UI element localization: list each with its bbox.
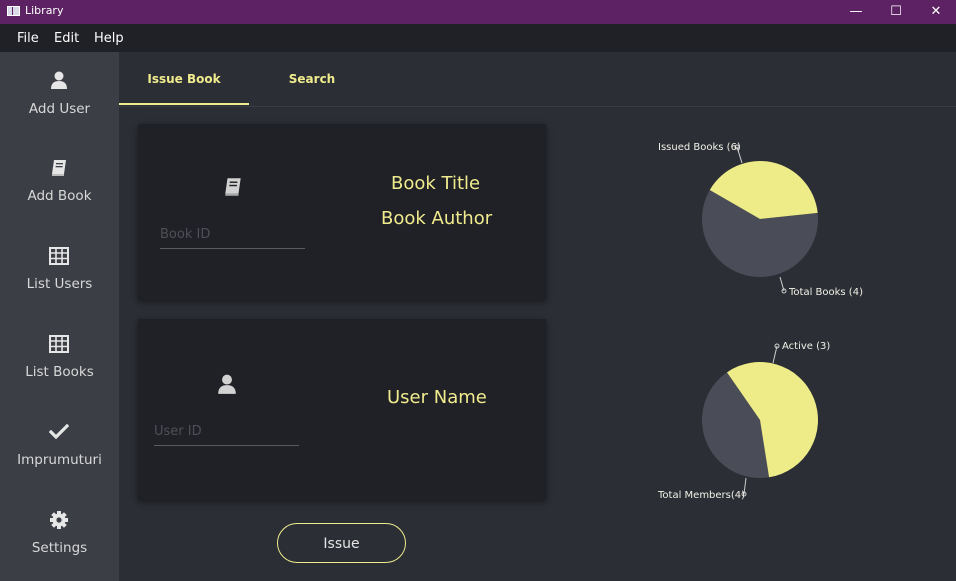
title-bar: Library — ☐ ✕ (0, 0, 956, 24)
gear-icon (50, 511, 68, 529)
members-pie-chart: Active (3) Total Members(4) (657, 341, 830, 501)
pie-slice-label: Total Books (4) (788, 287, 863, 298)
menu-help[interactable]: Help (94, 31, 124, 46)
sidebar-item-add-book[interactable]: Add Book (0, 140, 119, 228)
pie-label-line (772, 345, 778, 364)
pie-slice-label: Active (3) (782, 341, 830, 352)
user-icon (218, 374, 236, 394)
table-icon (49, 247, 69, 265)
check-icon (49, 423, 69, 440)
tab-search[interactable]: Search (247, 52, 377, 106)
sidebar-item-list-books[interactable]: List Books (0, 316, 119, 404)
book-id-input[interactable]: Book ID (160, 227, 305, 249)
book-title: Book Title (391, 173, 481, 194)
sidebar-item-add-user[interactable]: Add User (0, 52, 119, 140)
minimize-button[interactable]: — (838, 0, 874, 24)
sidebar-item-label: Settings (31, 540, 88, 556)
sidebar-item-label: Imprumuturi (17, 452, 102, 468)
sidebar-item-label: Add Book (27, 188, 92, 204)
book-icon (225, 178, 241, 196)
table-icon (49, 335, 69, 353)
sidebar-item-list-users[interactable]: List Users (0, 228, 119, 316)
sidebar-item-settings[interactable]: Settings (0, 492, 119, 580)
sidebar-item-imprumuturi[interactable]: Imprumuturi (0, 404, 119, 492)
books-pie-chart: Issued Books (6) Total Books (4) (658, 142, 863, 298)
user-name: User Name (387, 387, 487, 408)
close-button[interactable]: ✕ (918, 0, 954, 24)
user-id-input[interactable]: User ID (154, 424, 299, 446)
tab-issue-book[interactable]: Issue Book (119, 52, 249, 105)
issue-button[interactable]: Issue (277, 523, 406, 563)
sidebar-item-label: List Books (25, 364, 94, 380)
app-icon (7, 6, 20, 16)
window-title: Library (25, 4, 64, 17)
charts-area: Issued Books (6) Total Books (4) Active (… (657, 142, 863, 501)
menu-bar: File Edit Help (0, 24, 956, 52)
sidebar: Add User Add Book List Users List Books (0, 52, 119, 581)
pie-slice-label: Issued Books (6) (658, 142, 741, 153)
tab-bar: Issue Book Search (119, 52, 956, 107)
book-card: Book ID Book Title Book Author (138, 124, 546, 300)
user-card: User ID User Name (138, 319, 546, 500)
sidebar-item-label: List Users (26, 276, 93, 292)
maximize-button[interactable]: ☐ (878, 0, 914, 24)
user-icon (51, 71, 67, 89)
menu-edit[interactable]: Edit (54, 31, 79, 46)
book-author: Book Author (381, 208, 493, 229)
sidebar-item-label: Add User (28, 101, 91, 117)
menu-file[interactable]: File (17, 31, 39, 46)
pie-slice-label: Total Members(4) (657, 490, 745, 501)
book-icon (52, 160, 66, 176)
